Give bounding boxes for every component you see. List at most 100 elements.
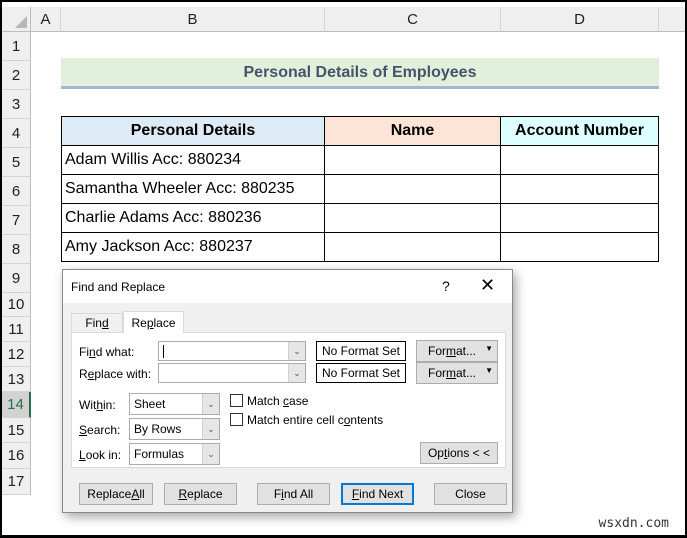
row-header-14[interactable]: 14 — [2, 392, 31, 418]
label-accel: S — [79, 423, 88, 437]
chevron-down-icon[interactable]: ⌄ — [202, 444, 219, 464]
tab-find-label: Fin — [85, 316, 102, 330]
within-label: Within: — [79, 398, 116, 412]
tab-replace[interactable]: Re p lace — [123, 311, 184, 333]
replace-with-label: Replace with: — [79, 367, 151, 381]
match-entire-cell-checkbox[interactable] — [230, 413, 243, 426]
tab-replace-label: Re — [131, 315, 147, 330]
label-text: F — [273, 487, 282, 501]
close-button[interactable]: Close — [434, 483, 507, 505]
row-header-16[interactable]: 16 — [2, 443, 31, 469]
label-text: Replace — [87, 487, 132, 501]
cell-personal-details[interactable]: Amy Jackson Acc: 880237 — [61, 232, 325, 262]
column-header-a[interactable]: A — [31, 7, 61, 32]
label-text: Close — [455, 487, 486, 501]
row-header-9[interactable]: 9 — [2, 264, 31, 293]
cell-account-number[interactable] — [500, 145, 659, 175]
find-all-button[interactable]: Fi nd All — [257, 483, 330, 505]
select-all-triangle-icon — [15, 16, 27, 28]
cell-name[interactable] — [324, 145, 501, 175]
label-accel: m — [445, 344, 456, 358]
find-replace-dialog: Find and Replace ? ✕ Fin d Re p lace Find w… — [62, 269, 513, 513]
help-icon[interactable]: ? — [442, 278, 450, 294]
tab-find-accel: d — [101, 316, 109, 330]
row-header-7[interactable]: 7 — [2, 206, 31, 235]
row-header-15[interactable]: 15 — [2, 418, 31, 443]
cell-personal-details[interactable]: Samantha Wheeler Acc: 880235 — [61, 174, 325, 204]
search-select[interactable]: By Rows ⌄ — [129, 418, 220, 440]
cell-personal-details[interactable]: Adam Willis Acc: 880234 — [61, 145, 325, 175]
chevron-down-icon[interactable]: ⌄ — [202, 394, 219, 414]
cell-personal-details[interactable]: Charlie Adams Acc: 880236 — [61, 203, 325, 233]
employee-table: Personal Details Name Account Number Ada… — [61, 116, 659, 262]
row-header-10[interactable]: 10 — [2, 293, 31, 317]
match-entire-cell-label[interactable]: Match entire cell contents — [247, 413, 383, 427]
cell-account-number[interactable] — [500, 174, 659, 204]
label-accel: F — [351, 487, 360, 501]
label-accel: m — [445, 366, 456, 380]
label-text: ind Next — [359, 487, 404, 501]
look-in-value: Formulas — [134, 447, 185, 461]
tab-find[interactable]: Fin d — [71, 313, 123, 332]
column-header-b[interactable]: B — [61, 7, 325, 32]
label-text: place with: — [94, 367, 152, 381]
replace-all-button[interactable]: Replace All — [79, 483, 153, 505]
replace-button[interactable]: Replace — [164, 483, 237, 505]
row-header-3[interactable]: 3 — [2, 90, 31, 119]
close-icon[interactable]: ✕ — [480, 275, 495, 296]
dropdown-arrow-icon: ▼ — [485, 366, 493, 375]
table-row: Samantha Wheeler Acc: 880235 — [61, 174, 659, 204]
row-header-12[interactable]: 12 — [2, 342, 31, 367]
options-button[interactable]: Op t ions < < — [420, 442, 498, 464]
label-text: nd All — [283, 487, 314, 501]
match-case-checkbox[interactable] — [230, 394, 243, 407]
row-header-5[interactable]: 5 — [2, 148, 31, 177]
row-header-13[interactable]: 13 — [2, 367, 31, 392]
replace-format-preview: No Format Set — [316, 363, 406, 383]
row-header-4[interactable]: 4 — [2, 119, 31, 148]
row-header-11[interactable]: 11 — [2, 317, 31, 342]
format-label: Format... — [428, 366, 476, 380]
match-case-label[interactable]: Match case — [247, 394, 308, 408]
label-text: ll — [139, 487, 145, 501]
select-all-corner[interactable] — [2, 7, 31, 32]
header-personal-details[interactable]: Personal Details — [61, 116, 325, 146]
label-text: ook in: — [85, 448, 122, 462]
header-name[interactable]: Name — [324, 116, 501, 146]
row-header-6[interactable]: 6 — [2, 177, 31, 206]
row-header-17[interactable]: 17 — [2, 469, 31, 495]
label-text: ase — [289, 394, 309, 408]
watermark: wsxdn.com — [598, 516, 669, 531]
row-header-1[interactable]: 1 — [2, 32, 31, 61]
row-header-8[interactable]: 8 — [2, 235, 31, 264]
look-in-select[interactable]: Formulas ⌄ — [129, 443, 220, 465]
row-header-2[interactable]: 2 — [2, 61, 31, 90]
sheet-title[interactable]: Personal Details of Employees — [61, 58, 659, 87]
find-format-button[interactable]: Format... ▼ — [416, 340, 498, 362]
header-account-number[interactable]: Account Number — [500, 116, 659, 146]
column-header-c[interactable]: C — [325, 7, 501, 32]
cell-name[interactable] — [324, 203, 501, 233]
search-value: By Rows — [134, 422, 182, 436]
cell-account-number[interactable] — [500, 232, 659, 262]
find-what-input[interactable]: ⌄ — [158, 341, 306, 361]
column-header-e[interactable] — [659, 7, 685, 32]
within-select[interactable]: Sheet ⌄ — [129, 393, 220, 415]
chevron-down-icon[interactable]: ⌄ — [288, 342, 305, 360]
cell-account-number[interactable] — [500, 203, 659, 233]
replace-format-button[interactable]: Format... ▼ — [416, 362, 498, 384]
column-header-d[interactable]: D — [501, 7, 659, 32]
replace-with-input[interactable]: ⌄ — [158, 363, 306, 383]
find-next-button[interactable]: Find Next — [341, 483, 414, 505]
label-text: ntents — [350, 413, 384, 427]
dialog-titlebar[interactable]: Find and Replace ? ✕ — [63, 270, 512, 303]
tab-replace-label-rest: lace — [153, 315, 176, 330]
label-text: Match — [247, 394, 284, 408]
label-accel: n — [89, 345, 96, 359]
cell-name[interactable] — [324, 174, 501, 204]
cell-name[interactable] — [324, 232, 501, 262]
chevron-down-icon[interactable]: ⌄ — [202, 419, 219, 439]
dropdown-arrow-icon: ▼ — [485, 344, 493, 353]
label-text: at... — [455, 344, 476, 358]
chevron-down-icon[interactable]: ⌄ — [288, 364, 305, 382]
